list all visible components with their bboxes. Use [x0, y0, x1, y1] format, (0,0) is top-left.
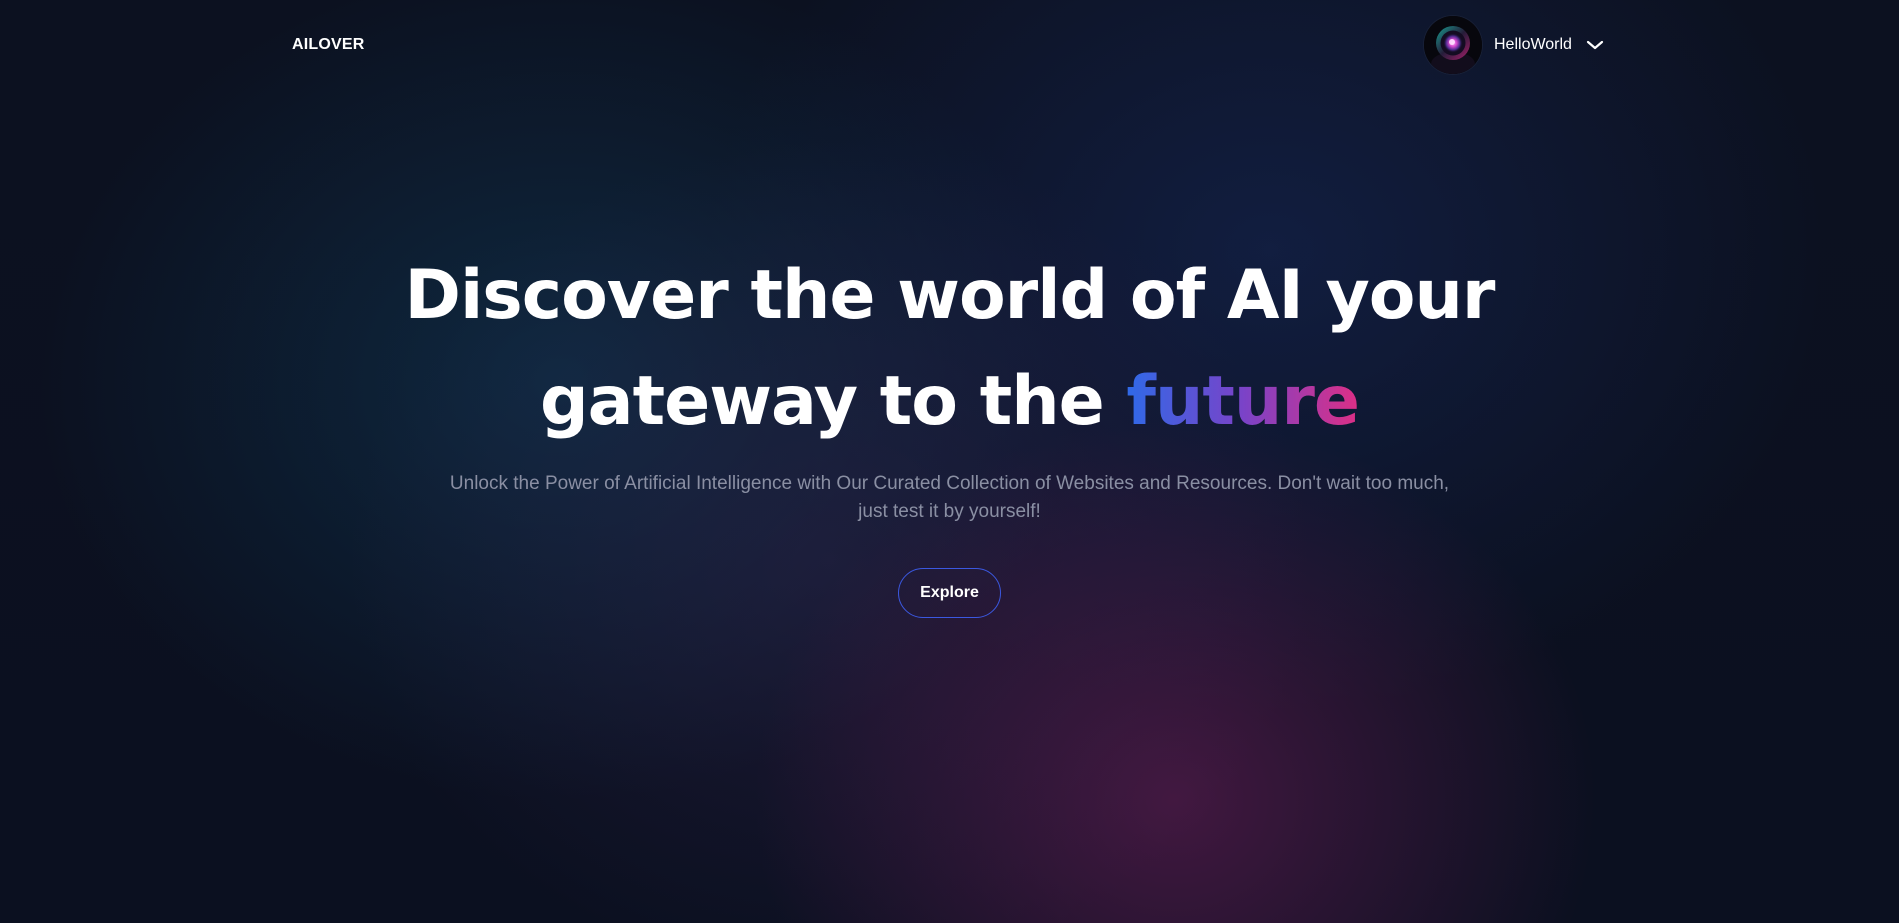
avatar[interactable]	[1424, 16, 1482, 74]
user-menu[interactable]: HelloWorld	[1424, 15, 1604, 75]
hero-title-line-1: Discover the world of AI your	[404, 256, 1496, 335]
hero-title: Discover the world of AI your gateway to…	[0, 243, 1899, 455]
explore-button[interactable]: Explore	[898, 568, 1001, 618]
navbar: AILOVER HelloWorld	[0, 0, 1899, 90]
hero-title-line-2-text: gateway to the	[540, 362, 1127, 441]
astronaut-avatar-icon	[1424, 16, 1482, 74]
chevron-down-icon[interactable]	[1586, 39, 1604, 51]
hero-title-line-2: gateway to the future	[0, 349, 1899, 455]
hero-subtitle: Unlock the Power of Artificial Intellige…	[449, 473, 1450, 522]
hero-title-highlight: future	[1126, 362, 1360, 441]
username[interactable]: HelloWorld	[1494, 36, 1572, 54]
site-logo[interactable]: AILOVER	[292, 36, 365, 54]
hero-section: Discover the world of AI your gateway to…	[0, 243, 1899, 618]
